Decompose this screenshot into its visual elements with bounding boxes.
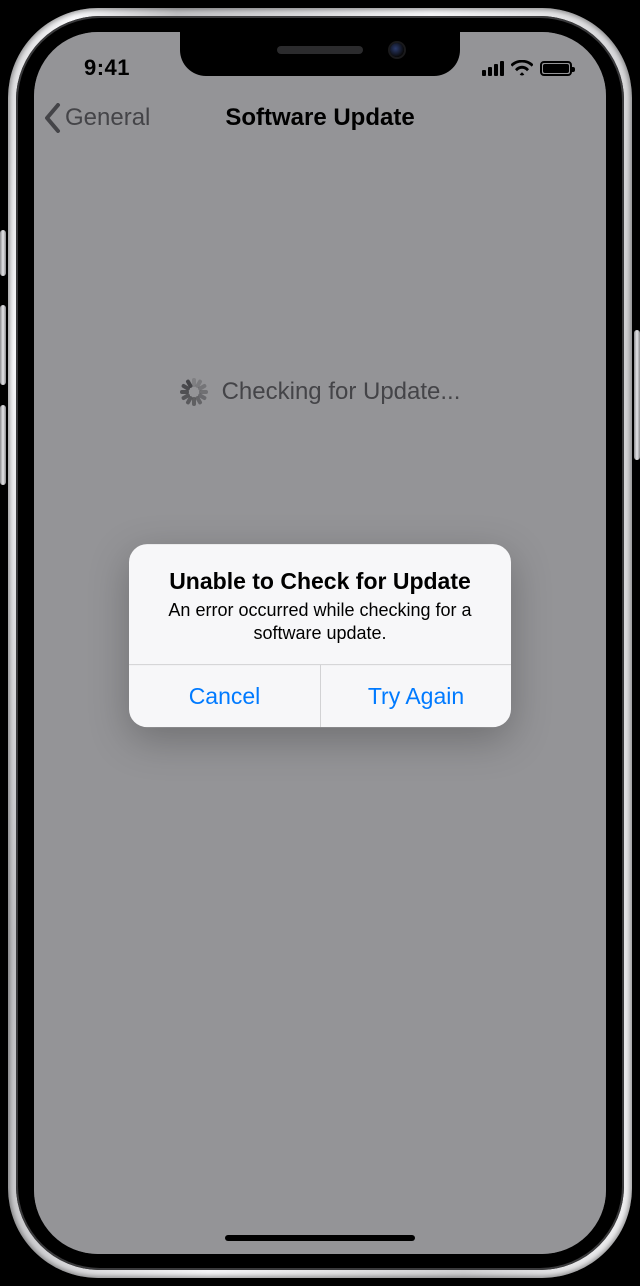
power-button bbox=[634, 330, 640, 460]
alert-body: Unable to Check for Update An error occu… bbox=[129, 544, 511, 664]
try-again-button[interactable]: Try Again bbox=[320, 665, 511, 727]
alert-title: Unable to Check for Update bbox=[149, 568, 491, 595]
alert-dialog: Unable to Check for Update An error occu… bbox=[129, 544, 511, 727]
volume-down-button bbox=[0, 405, 6, 485]
front-camera bbox=[390, 43, 404, 57]
home-indicator[interactable] bbox=[225, 1235, 415, 1241]
volume-up-button bbox=[0, 305, 6, 385]
alert-message: An error occurred while checking for a s… bbox=[149, 599, 491, 644]
mute-switch bbox=[0, 230, 6, 276]
cancel-button[interactable]: Cancel bbox=[129, 665, 320, 727]
screen: 9:41 General Software Update Checking fo… bbox=[34, 32, 606, 1254]
speaker-grille bbox=[277, 46, 363, 54]
alert-button-row: Cancel Try Again bbox=[129, 664, 511, 727]
notch bbox=[180, 32, 460, 76]
